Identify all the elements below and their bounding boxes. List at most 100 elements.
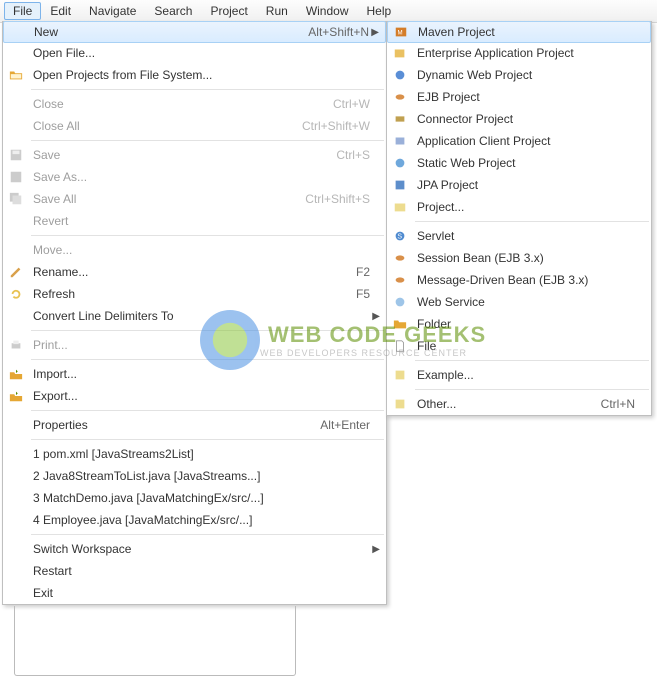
new-message-bean[interactable]: Message-Driven Bean (EJB 3.x) bbox=[387, 269, 651, 291]
menubar-navigate[interactable]: Navigate bbox=[80, 2, 145, 20]
save-all-icon bbox=[3, 192, 29, 206]
menu-close[interactable]: Close Ctrl+W bbox=[3, 93, 386, 115]
menu-label: Application Client Project bbox=[413, 134, 651, 148]
menu-label: Connector Project bbox=[413, 112, 651, 126]
other-icon bbox=[387, 397, 413, 411]
menu-label: Refresh bbox=[29, 287, 356, 301]
menu-open-projects-fs[interactable]: Open Projects from File System... bbox=[3, 64, 386, 86]
project-icon bbox=[387, 200, 413, 214]
separator bbox=[31, 410, 384, 411]
menubar-search[interactable]: Search bbox=[145, 2, 201, 20]
new-session-bean[interactable]: Session Bean (EJB 3.x) bbox=[387, 247, 651, 269]
menubar-file[interactable]: File bbox=[4, 2, 41, 20]
new-other[interactable]: Other... Ctrl+N bbox=[387, 393, 651, 415]
new-file[interactable]: File bbox=[387, 335, 651, 357]
menu-save-as[interactable]: Save As... bbox=[3, 166, 386, 188]
menu-label: Open Projects from File System... bbox=[29, 68, 386, 82]
separator bbox=[31, 330, 384, 331]
menu-label: 3 MatchDemo.java [JavaMatchingEx/src/...… bbox=[29, 491, 386, 505]
maven-icon: M bbox=[388, 25, 414, 39]
refresh-icon bbox=[3, 287, 29, 301]
bean-icon bbox=[387, 273, 413, 287]
new-enterprise-app[interactable]: Enterprise Application Project bbox=[387, 42, 651, 64]
import-icon bbox=[3, 367, 29, 381]
menu-properties[interactable]: Properties Alt+Enter bbox=[3, 414, 386, 436]
menubar-project[interactable]: Project bbox=[201, 2, 256, 20]
menu-save-all[interactable]: Save All Ctrl+Shift+S bbox=[3, 188, 386, 210]
menu-new[interactable]: New Alt+Shift+N ▶ bbox=[3, 21, 386, 43]
new-dynamic-web[interactable]: Dynamic Web Project bbox=[387, 64, 651, 86]
save-as-icon bbox=[3, 170, 29, 184]
separator bbox=[415, 389, 649, 390]
menu-label: Web Service bbox=[413, 295, 651, 309]
menu-label: Session Bean (EJB 3.x) bbox=[413, 251, 651, 265]
menu-label: Open File... bbox=[29, 46, 386, 60]
menu-label: Move... bbox=[29, 243, 386, 257]
client-icon bbox=[387, 134, 413, 148]
menu-label: Folder bbox=[413, 317, 651, 331]
new-jpa-project[interactable]: JPA Project bbox=[387, 174, 651, 196]
menu-restart[interactable]: Restart bbox=[3, 560, 386, 582]
new-app-client-project[interactable]: Application Client Project bbox=[387, 130, 651, 152]
rename-icon bbox=[3, 265, 29, 279]
new-web-service[interactable]: Web Service bbox=[387, 291, 651, 313]
menu-revert[interactable]: Revert bbox=[3, 210, 386, 232]
menu-label: 1 pom.xml [JavaStreams2List] bbox=[29, 447, 386, 461]
web-icon bbox=[387, 68, 413, 82]
web-service-icon bbox=[387, 295, 413, 309]
menu-label: 4 Employee.java [JavaMatchingEx/src/...] bbox=[29, 513, 386, 527]
menu-recent-4[interactable]: 4 Employee.java [JavaMatchingEx/src/...] bbox=[3, 509, 386, 531]
chevron-right-icon: ▶ bbox=[372, 544, 380, 555]
menu-label: Revert bbox=[29, 214, 386, 228]
menu-label: Close All bbox=[29, 119, 302, 133]
new-maven-project[interactable]: M Maven Project bbox=[387, 21, 651, 43]
menu-label: Properties bbox=[29, 418, 320, 432]
menu-switch-workspace[interactable]: Switch Workspace ▶ bbox=[3, 538, 386, 560]
new-folder[interactable]: Folder bbox=[387, 313, 651, 335]
new-servlet[interactable]: S Servlet bbox=[387, 225, 651, 247]
new-ejb-project[interactable]: EJB Project bbox=[387, 86, 651, 108]
menu-recent-3[interactable]: 3 MatchDemo.java [JavaMatchingEx/src/...… bbox=[3, 487, 386, 509]
menu-label: Exit bbox=[29, 586, 386, 600]
menu-label: Convert Line Delimiters To bbox=[29, 309, 386, 323]
jpa-icon bbox=[387, 178, 413, 192]
menu-print[interactable]: Print... bbox=[3, 334, 386, 356]
menu-move[interactable]: Move... bbox=[3, 239, 386, 261]
menu-shortcut: Ctrl+Shift+W bbox=[302, 119, 386, 133]
separator bbox=[31, 89, 384, 90]
menu-exit[interactable]: Exit bbox=[3, 582, 386, 604]
menu-export[interactable]: Export... bbox=[3, 385, 386, 407]
menu-refresh[interactable]: Refresh F5 bbox=[3, 283, 386, 305]
new-project[interactable]: Project... bbox=[387, 196, 651, 218]
menu-label: Project... bbox=[413, 200, 651, 214]
menu-shortcut: Ctrl+Shift+S bbox=[305, 192, 386, 206]
svg-text:M: M bbox=[398, 30, 403, 37]
menu-recent-2[interactable]: 2 Java8StreamToList.java [JavaStreams...… bbox=[3, 465, 386, 487]
connector-icon bbox=[387, 112, 413, 126]
chevron-right-icon: ▶ bbox=[372, 311, 380, 322]
menu-convert-delimiters[interactable]: Convert Line Delimiters To ▶ bbox=[3, 305, 386, 327]
print-icon bbox=[3, 338, 29, 352]
example-icon bbox=[387, 368, 413, 382]
menubar-run[interactable]: Run bbox=[257, 2, 297, 20]
menu-close-all[interactable]: Close All Ctrl+Shift+W bbox=[3, 115, 386, 137]
menubar-window[interactable]: Window bbox=[297, 2, 358, 20]
menu-label: Print... bbox=[29, 338, 386, 352]
menu-rename[interactable]: Rename... F2 bbox=[3, 261, 386, 283]
menu-label: Example... bbox=[413, 368, 651, 382]
menu-save[interactable]: Save Ctrl+S bbox=[3, 144, 386, 166]
new-connector-project[interactable]: Connector Project bbox=[387, 108, 651, 130]
new-example[interactable]: Example... bbox=[387, 364, 651, 386]
static-web-icon bbox=[387, 156, 413, 170]
menu-import[interactable]: Import... bbox=[3, 363, 386, 385]
menu-open-file[interactable]: Open File... bbox=[3, 42, 386, 64]
menu-label: Switch Workspace bbox=[29, 542, 386, 556]
new-static-web[interactable]: Static Web Project bbox=[387, 152, 651, 174]
export-icon bbox=[3, 389, 29, 403]
new-submenu: M Maven Project Enterprise Application P… bbox=[386, 21, 652, 416]
project-icon bbox=[387, 46, 413, 60]
menu-recent-1[interactable]: 1 pom.xml [JavaStreams2List] bbox=[3, 443, 386, 465]
menu-label: Save bbox=[29, 148, 336, 162]
menubar-help[interactable]: Help bbox=[358, 2, 401, 20]
menubar-edit[interactable]: Edit bbox=[41, 2, 80, 20]
